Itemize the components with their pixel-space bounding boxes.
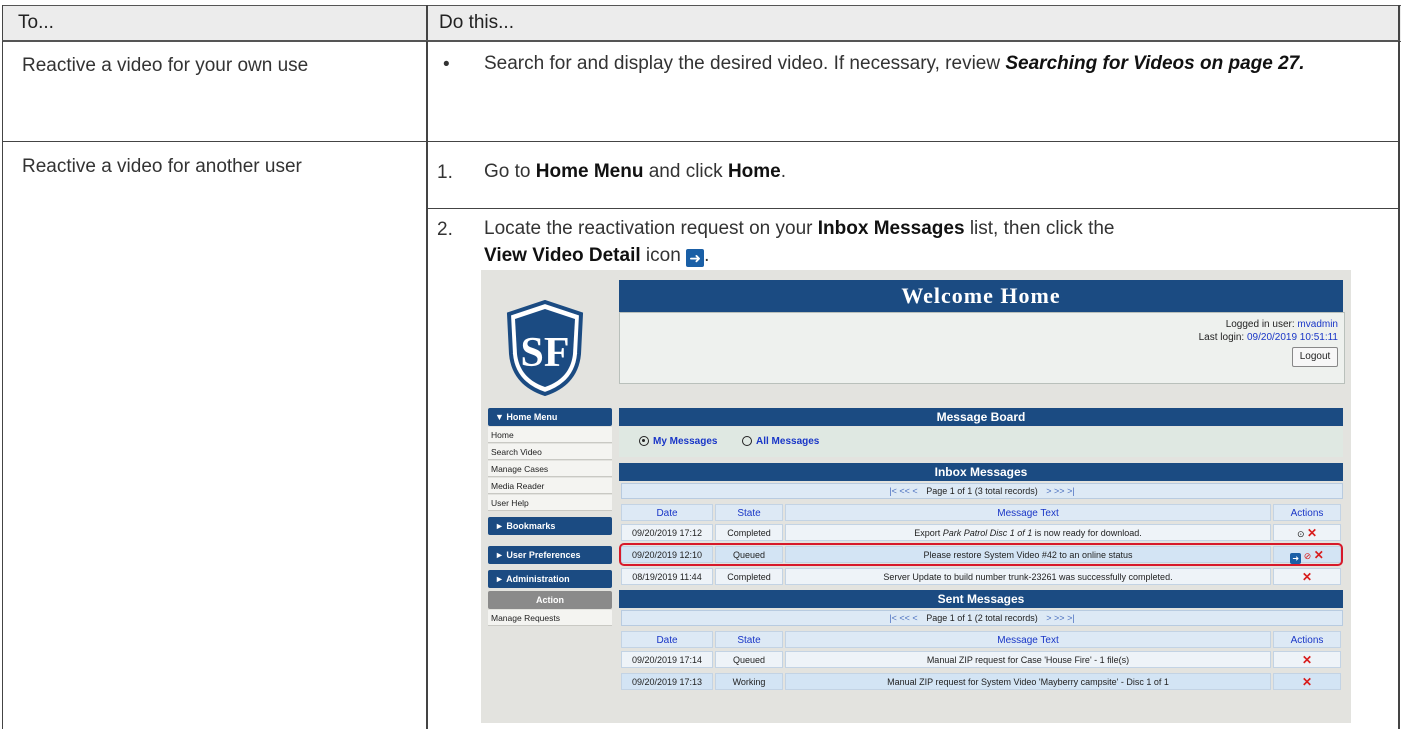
pager-first-icon[interactable]: |< << < [889,613,917,623]
document-page: To... Do this... Reactive a video for yo… [0,0,1401,729]
row2-to-text: Reactive a video for another user [22,156,302,177]
bookmarks-menu-header[interactable]: ► Bookmarks [488,517,612,535]
delete-icon[interactable]: ✕ [1302,675,1312,689]
step2-number: 2. [437,219,453,240]
pager-next-icon[interactable]: > >> >| [1046,613,1074,623]
delete-icon[interactable]: ✕ [1302,653,1312,667]
table-row[interactable]: 08/19/2019 11:44 Completed Server Update… [621,568,1341,587]
col-to-header: To... [18,12,54,33]
app-screenshot: SF Welcome Home Logged in user: mvadmin … [481,270,1351,723]
sent-pager: |< << < Page 1 of 1 (2 total records) > … [621,610,1343,626]
inbox-header-row: Date State Message Text Actions [621,504,1341,523]
table-row[interactable]: 09/20/2019 17:14 Queued Manual ZIP reque… [621,651,1341,670]
logout-button[interactable]: Logout [1292,347,1338,367]
sent-messages-header: Sent Messages [619,590,1343,608]
step-rule [426,208,1400,209]
sent-header-row: Date State Message Text Actions [621,631,1341,650]
searching-for-videos-link[interactable]: Searching for Videos on page 27. [1005,53,1304,74]
inbox-pager: |< << < Page 1 of 1 (3 total records) > … [621,483,1343,499]
message-filter: My Messages All Messages [619,427,1343,457]
menu-item-home[interactable]: Home [488,427,612,443]
message-board-header: Message Board [619,408,1343,426]
welcome-banner: Welcome Home [619,280,1343,312]
step1-number: 1. [437,162,453,183]
view-video-detail-icon: ➜ [686,249,705,267]
shield-logo-icon: SF [506,300,584,396]
administration-menu-header[interactable]: ► Administration [488,570,612,588]
home-menu-header[interactable]: ▼ Home Menu [488,408,612,426]
menu-item-manage-cases[interactable]: Manage Cases [488,461,612,477]
row-rule [2,141,1400,142]
my-messages-radio[interactable]: My Messages [639,436,717,447]
all-messages-radio[interactable]: All Messages [742,436,819,447]
table-column-divider [426,5,428,729]
delete-icon[interactable]: ✕ [1307,526,1317,540]
pager-next-icon[interactable]: > >> >| [1046,486,1074,496]
table-row[interactable]: 09/20/2019 17:13 Working Manual ZIP requ… [621,673,1341,692]
row1-to-text: Reactive a video for your own use [22,55,309,76]
step1-instruction: Go to Home Menu and click Home. [484,161,787,182]
table-header: To... Do this... [2,5,1401,42]
user-preferences-menu-header[interactable]: ► User Preferences [488,546,612,564]
play-icon[interactable]: ⊙ [1297,529,1305,539]
table-border-left [2,5,3,729]
svg-text:SF: SF [520,330,569,376]
menu-item-search-video[interactable]: Search Video [488,444,612,460]
pager-first-icon[interactable]: |< << < [889,486,917,496]
inbox-messages-header: Inbox Messages [619,463,1343,481]
step2-instruction: Locate the reactivation request on your … [484,218,1115,267]
menu-item-manage-requests[interactable]: Manage Requests [488,610,612,626]
menu-item-media-reader[interactable]: Media Reader [488,478,612,494]
login-info-box: Logged in user: mvadmin Last login: 09/2… [619,312,1345,384]
row1-instruction: Search for and display the desired video… [484,53,1305,74]
highlight-box [619,543,1343,566]
bullet: • [443,54,450,75]
action-menu-header: Action [488,591,612,609]
header-rule [2,40,1400,41]
table-border-right [1398,5,1400,729]
delete-icon[interactable]: ✕ [1302,570,1312,584]
table-row[interactable]: 09/20/2019 17:12 Completed Export Park P… [621,524,1341,543]
col-do-header: Do this... [439,12,514,33]
menu-item-user-help[interactable]: User Help [488,495,612,511]
